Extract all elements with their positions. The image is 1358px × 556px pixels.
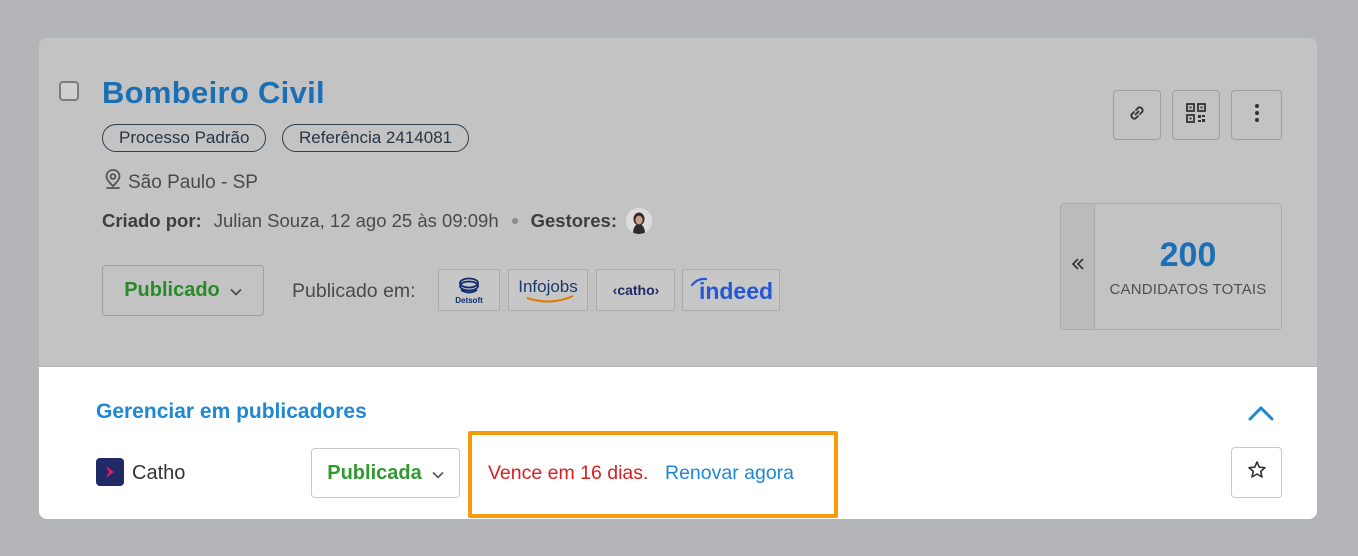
chevron-down-icon — [230, 279, 242, 302]
job-card: Bombeiro Civil Processo Padrão Referênci… — [39, 38, 1317, 519]
job-summary-panel: Bombeiro Civil Processo Padrão Referênci… — [39, 38, 1317, 367]
publisher-status-dropdown[interactable]: Publicada — [311, 448, 460, 498]
catho-publisher-logo: ‹catho› — [596, 269, 675, 311]
publisher-name: Catho — [132, 462, 186, 484]
double-chevron-left-icon — [1071, 257, 1085, 276]
job-status-dropdown[interactable]: Publicado — [102, 265, 264, 316]
favorite-button[interactable] — [1231, 447, 1282, 498]
expiration-text: Vence em 16 dias. — [488, 462, 649, 484]
job-location: São Paulo - SP — [103, 168, 258, 197]
more-options-button[interactable] — [1231, 90, 1282, 140]
infojobs-logo: Infojobs — [508, 269, 588, 311]
created-by-value: Julian Souza, 12 ago 25 às 09:09h — [213, 210, 499, 231]
qr-code-button[interactable] — [1172, 90, 1220, 140]
counter-body[interactable]: 200 CANDIDATOS TOTAIS — [1095, 204, 1281, 329]
indeed-logo: indeed — [682, 269, 780, 311]
candidates-counter: 200 CANDIDATOS TOTAIS — [1060, 203, 1282, 330]
indeed-logo-text: indeed — [699, 278, 773, 304]
manage-publishers-title: Gerenciar em publicadores — [96, 400, 367, 423]
separator-dot — [511, 218, 518, 224]
job-title[interactable]: Bombeiro Civil — [102, 74, 325, 112]
detsoft-logo: Detsoft — [438, 269, 500, 311]
catho-icon — [96, 458, 124, 486]
process-tag: Processo Padrão — [102, 124, 267, 152]
qr-code-icon — [1185, 102, 1207, 129]
detsoft-logo-text: Detsoft — [455, 296, 483, 305]
job-meta: Criado por: Julian Souza, 12 ago 25 às 0… — [102, 208, 652, 234]
more-vertical-icon — [1254, 103, 1260, 128]
catho-publisher-logo-text: ‹catho› — [612, 282, 659, 298]
renew-now-link[interactable]: Renovar agora — [665, 461, 794, 485]
managers-label: Gestores: — [530, 210, 617, 231]
infojobs-logo-text: Infojobs — [518, 277, 578, 296]
collapse-publishers-toggle[interactable] — [1247, 404, 1275, 427]
created-by-label: Criado por: — [102, 210, 202, 231]
chevron-down-icon — [432, 462, 444, 485]
location-text: São Paulo - SP — [128, 171, 258, 193]
published-in-label: Publicado em: — [292, 280, 416, 302]
star-icon — [1247, 460, 1267, 485]
publisher-status-label: Publicada — [327, 461, 422, 484]
chevron-up-icon — [1247, 405, 1275, 426]
link-icon — [1126, 102, 1148, 129]
candidates-count: 200 — [1159, 235, 1217, 274]
collapse-counter-toggle[interactable] — [1061, 204, 1095, 329]
manager-avatar[interactable] — [626, 208, 652, 234]
select-job-checkbox[interactable] — [59, 81, 79, 101]
copy-link-button[interactable] — [1113, 90, 1161, 140]
job-status-label: Publicado — [124, 279, 220, 301]
candidates-count-label: CANDIDATOS TOTAIS — [1109, 280, 1267, 298]
location-pin-icon — [103, 168, 123, 197]
reference-tag: Referência 2414081 — [282, 124, 470, 152]
